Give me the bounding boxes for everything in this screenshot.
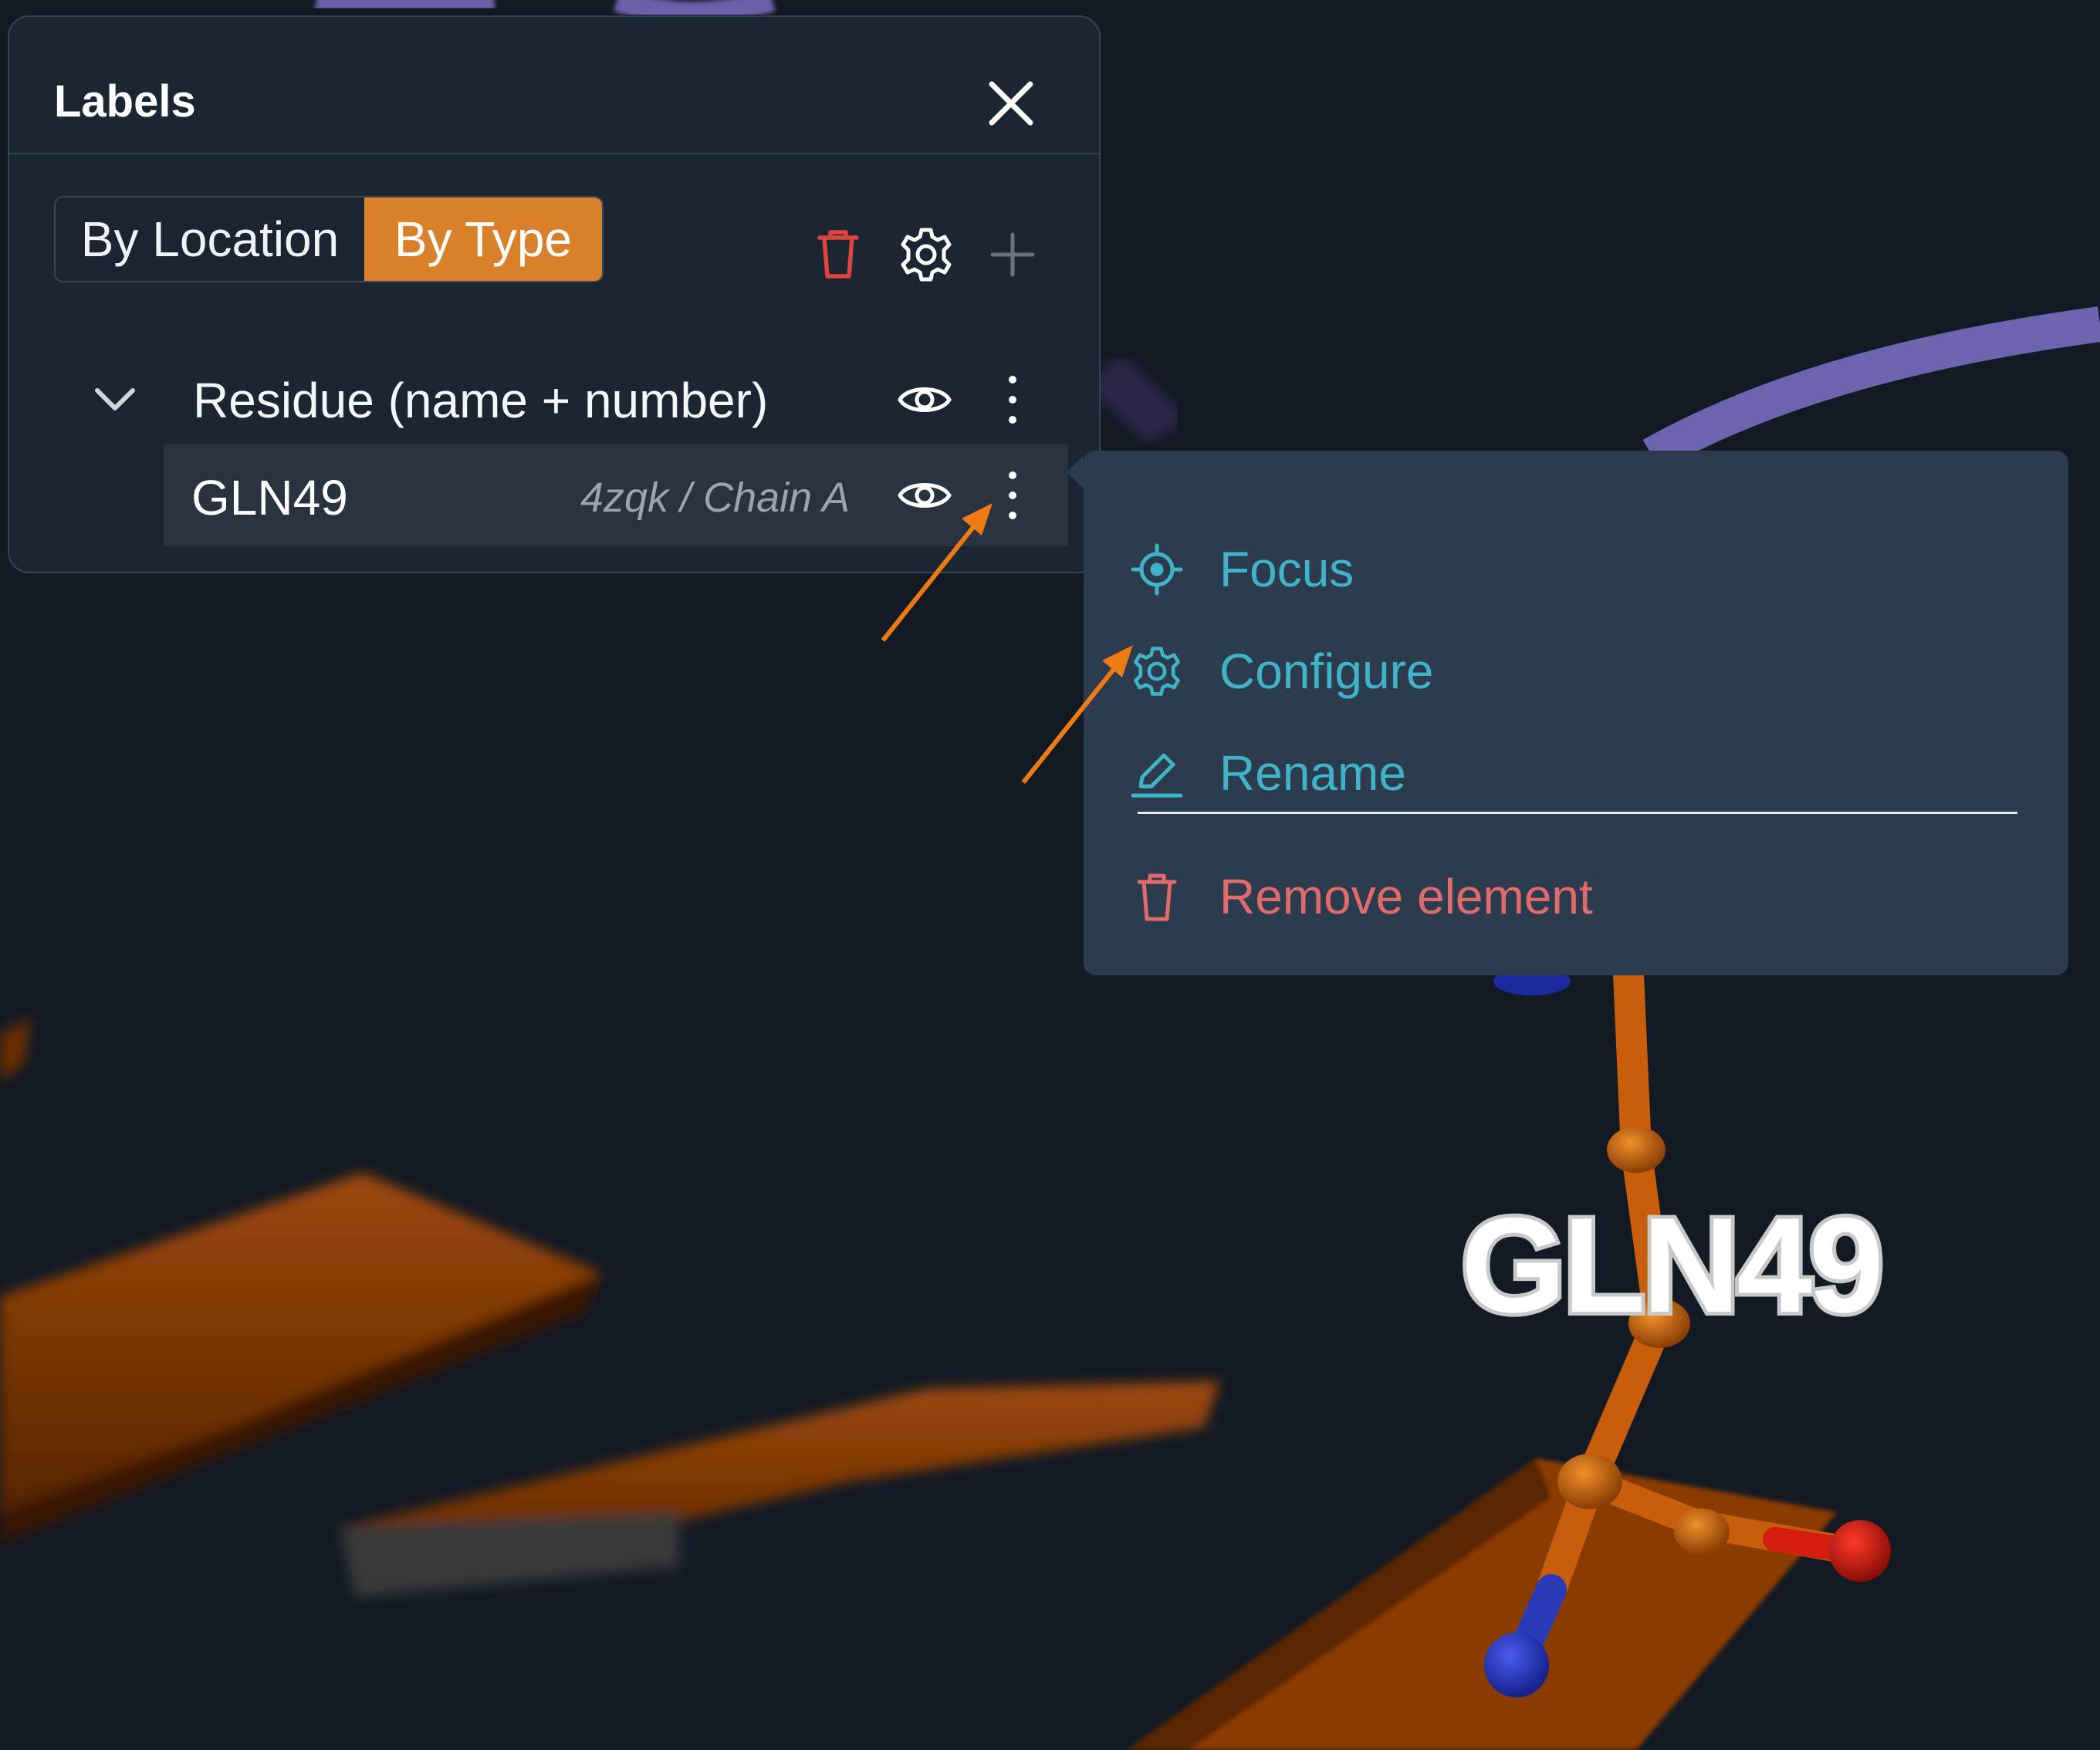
eye-icon[interactable] [895,370,954,429]
context-menu: Focus Configure Rename Remove element [1067,451,2068,975]
panel-header: Labels [9,17,1099,154]
backbone-shadow [1087,353,1186,444]
backbone-tube [313,0,496,21]
menu-item-remove[interactable]: Remove element [1130,858,2025,935]
item-meta: 4zqk / Chain A [580,475,850,521]
beta-strand [1127,1458,1837,1750]
backbone-tube [613,0,776,25]
trash-icon [1137,873,1177,921]
menu-item-label: Configure [1219,644,1434,699]
labels-panel: Labels By Location By Type Residue (name… [8,15,1101,573]
menu-item-focus[interactable]: Focus [1130,531,2025,608]
group-label: Residue (name + number) [193,373,769,428]
menu-item-configure[interactable]: Configure [1130,633,2025,710]
chevron-down-icon[interactable] [88,372,142,426]
plus-icon[interactable] [983,225,1042,284]
gear-icon [1134,647,1180,696]
tab-by-type[interactable]: By Type [364,198,602,281]
tree-group-row[interactable]: Residue (name + number) [79,356,1051,441]
menu-pointer [1067,455,1084,489]
menu-item-label: Focus [1219,542,1354,597]
close-icon[interactable] [972,65,1050,142]
beta-strand [0,1019,31,1080]
trash-icon[interactable] [809,225,867,284]
tree-item-row[interactable]: GLN49 4zqk / Chain A [164,444,1068,546]
more-options-icon[interactable] [997,369,1028,431]
menu-divider [1138,812,2017,814]
item-label: GLN49 [191,470,348,525]
view-mode-toggle: By Location By Type [54,196,604,282]
menu-item-label: Remove element [1219,869,1593,924]
eye-icon[interactable] [895,466,954,525]
panel-title: Labels [54,76,196,127]
tab-by-location[interactable]: By Location [56,198,364,281]
menu-item-rename[interactable]: Rename [1130,735,2025,812]
backbone-tube [1642,306,2100,471]
beta-strand [340,1381,1219,1597]
crosshair-icon [1131,543,1183,596]
gear-icon[interactable] [897,225,955,284]
more-options-icon[interactable] [997,465,1028,526]
menu-item-label: Rename [1219,745,1406,801]
pencil-icon [1131,753,1183,798]
